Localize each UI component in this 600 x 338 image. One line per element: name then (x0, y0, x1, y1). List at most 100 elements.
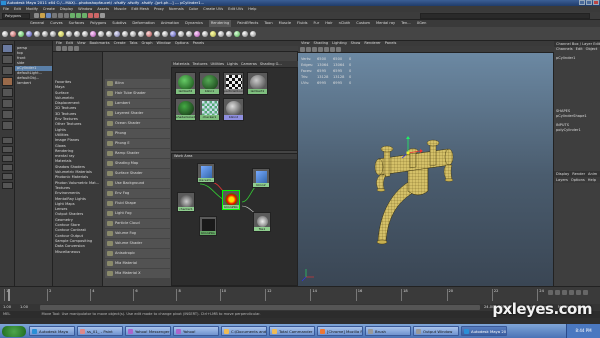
select-tool-icon[interactable] (2, 44, 13, 53)
range-bar[interactable] (40, 305, 480, 310)
shape-item[interactable]: pCylinderShape1 (554, 114, 600, 119)
create-node-button[interactable]: Mia Material X (105, 269, 170, 278)
minimize-button[interactable] (579, 0, 585, 5)
outliner-layout-icon[interactable] (2, 182, 13, 189)
step-forward-icon[interactable] (576, 290, 581, 295)
shelf-tab[interactable]: Rendering (208, 20, 232, 27)
hs-graph-icon[interactable] (56, 46, 61, 51)
shelf-tab[interactable]: Fluids (297, 20, 308, 27)
node-place2d[interactable]: place2d... (197, 163, 215, 183)
outliner-item[interactable]: lambert (15, 81, 52, 86)
node-dark[interactable]: blinn2SG (199, 216, 217, 236)
four-view-layout-icon[interactable] (2, 146, 13, 153)
shelf-sphere-14-icon[interactable] (170, 30, 176, 37)
taskbar-item[interactable]: Autodesk Maya (29, 326, 75, 336)
shelf-tab[interactable]: Polygons (90, 20, 106, 27)
layer-menu-item[interactable]: Help (588, 177, 596, 183)
create-node-button[interactable]: Light Fog (105, 209, 170, 218)
shelf-green-shader-icon[interactable] (18, 30, 24, 37)
snap-point-icon[interactable] (82, 13, 87, 18)
channel-box-menu-item[interactable]: Channels (556, 47, 573, 52)
shelf-sphere-11-icon[interactable] (146, 30, 152, 37)
taskbar-item[interactable]: Yahoo! (173, 326, 219, 336)
create-node-button[interactable]: Anisotropic (105, 249, 170, 258)
mode-selector[interactable]: Polygons (2, 13, 30, 19)
swatch-checker1[interactable]: checker1 (199, 98, 220, 121)
create-node-button[interactable]: Volume Shader (105, 239, 170, 248)
manipulator-icon[interactable] (2, 110, 13, 119)
current-frame-field[interactable]: 1.00 (20, 304, 28, 311)
shelf-tab[interactable]: PaintEffects (237, 20, 258, 27)
taskbar-item[interactable]: [Chrome] Mozilla Fi... (317, 326, 363, 336)
shelf-sphere-21-icon[interactable] (226, 30, 232, 37)
shelf-tab[interactable]: Subdivs (112, 20, 126, 27)
node-file1[interactable]: file1 (253, 212, 271, 232)
perspective-viewport[interactable]: View Shading Lighting Show Renderer Panels Ve… (298, 41, 554, 286)
render-icon[interactable] (88, 13, 93, 18)
range-start[interactable]: 1.00 (3, 304, 11, 311)
create-node-button[interactable]: Phong (105, 129, 170, 138)
shelf-lambert-icon[interactable] (34, 30, 40, 37)
open-scene-icon[interactable] (40, 13, 45, 18)
shelf-phong-icon[interactable] (50, 30, 56, 37)
shelf-sphere-19-icon[interactable] (210, 30, 216, 37)
channel-box-menu-item[interactable]: Edit (576, 47, 583, 52)
taskbar-item[interactable]: Brush (365, 326, 411, 336)
play-forward-icon[interactable] (569, 290, 574, 295)
shelf-sphere-7-icon[interactable] (114, 30, 120, 37)
persp-graph-layout-icon[interactable] (2, 164, 13, 171)
shelf-red-shader-icon[interactable] (10, 30, 16, 37)
shelf-tab[interactable]: Muscle (279, 20, 291, 27)
current-time-marker[interactable] (8, 289, 10, 301)
node-checker1[interactable]: checker1 (177, 192, 195, 212)
taskbar-item[interactable]: Autodesk Maya 2011 ... (461, 326, 507, 336)
taskbar-item[interactable]: Yahoo! Messenger (125, 326, 171, 336)
layer-menu-item[interactable]: Layers (556, 177, 568, 183)
shelf-blue-shader-icon[interactable] (26, 30, 32, 37)
swatch-shaderglow1[interactable]: shaderGlow1 (175, 98, 196, 121)
swatch-particlecloud1[interactable]: particleCloud1 (223, 72, 244, 95)
create-node-button[interactable]: Particle Cloud (105, 219, 170, 228)
shelf-sphere-9-icon[interactable] (130, 30, 136, 37)
shelf-sphere-10-icon[interactable] (138, 30, 144, 37)
layer-menu-item[interactable]: Options (571, 177, 585, 183)
shelf-yellow-shader-icon[interactable] (58, 30, 64, 37)
shelf-sphere-12-icon[interactable] (154, 30, 160, 37)
taskbar-item[interactable]: Output Window (413, 326, 459, 336)
create-node-button[interactable]: Mia Material (105, 259, 170, 268)
select-hierarchy-icon[interactable] (52, 13, 57, 18)
scale-tool-icon[interactable] (2, 99, 13, 108)
create-tree-item[interactable]: Miscellaneous (53, 250, 102, 255)
shelf-purple-shader-icon[interactable] (90, 30, 96, 37)
input-item[interactable]: polyCylinder1 (554, 128, 600, 133)
shelf-sphere-20-icon[interactable] (218, 30, 224, 37)
rotate-tool-icon[interactable] (2, 88, 13, 97)
shelf-blinn-icon[interactable] (42, 30, 48, 37)
node-blinn2[interactable]: blinn2 (252, 168, 270, 188)
persp-outliner-layout-icon[interactable] (2, 155, 13, 162)
go-to-end-icon[interactable] (583, 290, 588, 295)
hypershade-layout-icon[interactable] (2, 173, 13, 180)
shelf-sphere-18-icon[interactable] (202, 30, 208, 37)
shelf-sphere-8-icon[interactable] (122, 30, 128, 37)
go-to-start-icon[interactable] (548, 290, 553, 295)
shelf-sphere-2-icon[interactable] (66, 30, 72, 37)
shelf-tab[interactable]: XGen (417, 20, 427, 27)
create-node-button[interactable]: Env Fog (105, 189, 170, 198)
node-blinn2sg[interactable]: blinn2SG (222, 190, 240, 210)
quick-field[interactable] (420, 13, 590, 19)
create-node-button[interactable]: Phong E (105, 139, 170, 148)
shelf-sphere-icon[interactable] (2, 30, 8, 37)
taskbar-item[interactable]: ss_01_ - Paint (77, 326, 123, 336)
create-node-button[interactable]: Blinn (105, 79, 170, 88)
start-button[interactable] (2, 325, 26, 337)
last-tool-icon[interactable] (2, 121, 13, 130)
create-node-button[interactable]: Use Background (105, 179, 170, 188)
swatch-blinn1[interactable]: blinn1 (199, 72, 220, 95)
taskbar-item[interactable]: C:\Documents and Setti... (221, 326, 267, 336)
channel-box-menu-item[interactable]: Object (586, 47, 598, 52)
shelf-tab[interactable]: Curves (50, 20, 62, 27)
shelf-sphere-6-icon[interactable] (106, 30, 112, 37)
create-node-button[interactable]: Fluid Shape (105, 199, 170, 208)
shelf-sphere-3-icon[interactable] (74, 30, 80, 37)
